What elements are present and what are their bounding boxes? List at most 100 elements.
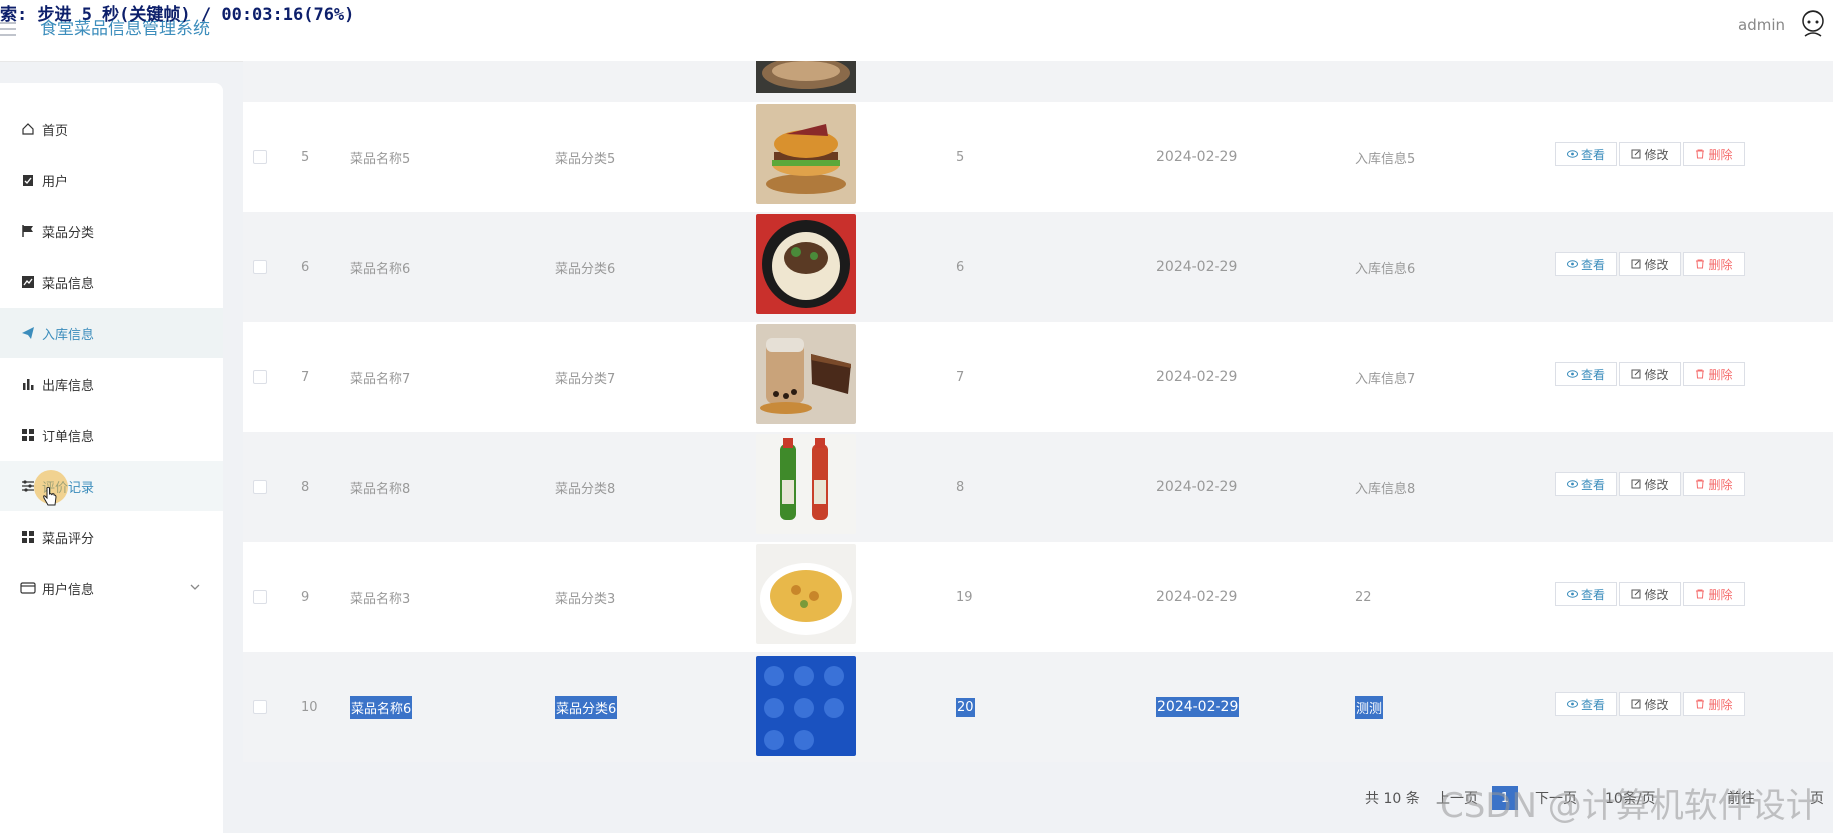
stock-date: 2024-02-29 — [1156, 259, 1238, 275]
view-button[interactable]: 查看 — [1555, 252, 1617, 276]
row-checkbox[interactable] — [253, 700, 267, 714]
edit-button[interactable]: 修改 — [1619, 692, 1681, 716]
view-button-label: 查看 — [1580, 697, 1605, 712]
id-card-icon — [20, 580, 36, 596]
paper-plane-icon — [20, 325, 36, 341]
edit-icon — [1631, 699, 1641, 709]
edit-button-label: 修改 — [1644, 147, 1669, 162]
eye-icon — [1566, 260, 1578, 268]
flag-icon — [20, 223, 36, 239]
sidebar-item-dish-category[interactable]: 菜品分类 — [0, 206, 223, 256]
sidebar-item-stock-out[interactable]: 出库信息 — [0, 359, 223, 409]
table-row[interactable]: 5 菜品名称5 菜品分类5 5 2024-02-29 入库信息5 查看 修改 删… — [243, 102, 1833, 212]
dish-name: 菜品名称5 — [350, 151, 411, 167]
dish-category: 菜品分类3 — [555, 591, 616, 607]
row-checkbox[interactable] — [253, 150, 267, 164]
stock-date: 2024-02-29 — [1156, 479, 1238, 495]
pagination-total: 共 10 条 — [1365, 791, 1420, 807]
csdn-watermark: CSDN @计算机软件设计 — [1440, 786, 1820, 826]
trash-icon — [1696, 149, 1705, 159]
trash-icon — [1696, 589, 1705, 599]
delete-button[interactable]: 删除 — [1683, 142, 1745, 166]
sidebar-item-dish-info[interactable]: 菜品信息 — [0, 257, 223, 307]
dish-category: 菜品分类6 — [555, 261, 616, 277]
eye-icon — [1566, 150, 1578, 158]
sidebar-item-stock-in[interactable]: 入库信息 — [0, 308, 223, 358]
sidebar-item-users[interactable]: 用户 — [0, 155, 223, 205]
sidebar-item-user-info[interactable]: 用户信息 — [0, 563, 223, 613]
table-row[interactable]: 7 菜品名称7 菜品分类7 7 2024-02-29 入库信息7 查看 修改 删… — [243, 322, 1833, 432]
view-button[interactable]: 查看 — [1555, 582, 1617, 606]
edit-button[interactable]: 修改 — [1619, 362, 1681, 386]
delete-button[interactable]: 删除 — [1683, 362, 1745, 386]
view-button-label: 查看 — [1580, 587, 1605, 602]
sidebar-item-label: 订单信息 — [42, 429, 95, 445]
table-row[interactable]: 6 菜品名称6 菜品分类6 6 2024-02-29 入库信息6 查看 修改 删… — [243, 212, 1833, 322]
view-button[interactable]: 查看 — [1555, 692, 1617, 716]
avatar[interactable] — [1799, 6, 1827, 40]
sidebar-item-label: 菜品分类 — [42, 225, 95, 241]
edit-icon — [1631, 259, 1641, 269]
view-button[interactable]: 查看 — [1555, 142, 1617, 166]
sidebar-item-label: 出库信息 — [42, 378, 95, 394]
clipboard-check-icon — [20, 172, 36, 188]
stock-quantity: 7 — [956, 369, 965, 385]
stock-info: 入库信息7 — [1355, 371, 1416, 387]
stock-info: 入库信息6 — [1355, 261, 1416, 277]
edit-button[interactable]: 修改 — [1619, 582, 1681, 606]
row-index: 5 — [301, 149, 310, 165]
delete-button-label: 删除 — [1708, 477, 1733, 492]
row-index: 9 — [301, 589, 310, 605]
delete-button[interactable]: 删除 — [1683, 472, 1745, 496]
row-checkbox[interactable] — [253, 370, 267, 384]
avatar-icon — [1802, 10, 1824, 37]
sidebar-item-orders[interactable]: 订单信息 — [0, 410, 223, 460]
dish-thumbnail — [756, 61, 856, 93]
sidebar-item-label: 用户 — [42, 174, 69, 190]
view-button[interactable]: 查看 — [1555, 472, 1617, 496]
edit-button-label: 修改 — [1644, 477, 1669, 492]
stock-quantity: 5 — [956, 149, 965, 165]
stock-info: 测测 — [1355, 695, 1384, 719]
eye-icon — [1566, 590, 1578, 598]
chevron-down-icon[interactable] — [189, 581, 201, 597]
eye-icon — [1566, 480, 1578, 488]
view-button-label: 查看 — [1580, 147, 1605, 162]
sidebar-item-home[interactable]: 首页 — [0, 104, 223, 154]
sidebar-item-dish-rating[interactable]: 菜品评分 — [0, 512, 223, 562]
view-button[interactable]: 查看 — [1555, 362, 1617, 386]
edit-icon — [1631, 369, 1641, 379]
table-row[interactable]: 9 菜品名称3 菜品分类3 19 2024-02-29 22 查看 修改 删除 — [243, 542, 1833, 652]
table-row[interactable]: 8 菜品名称8 菜品分类8 8 2024-02-29 入库信息8 查看 修改 删… — [243, 432, 1833, 542]
delete-button[interactable]: 删除 — [1683, 692, 1745, 716]
delete-button-label: 删除 — [1708, 367, 1733, 382]
delete-button-label: 删除 — [1708, 587, 1733, 602]
dish-category: 菜品分类8 — [555, 481, 616, 497]
edit-icon — [1631, 479, 1641, 489]
view-button-label: 查看 — [1580, 367, 1605, 382]
delete-button[interactable]: 删除 — [1683, 582, 1745, 606]
row-checkbox[interactable] — [253, 590, 267, 604]
stock-date: 2024-02-29 — [1156, 589, 1238, 605]
hand-cursor-icon — [42, 486, 58, 511]
table-row[interactable]: 10 菜品名称6 菜品分类6 20 2024-02-29 测测 查看 修改 删除 — [243, 652, 1833, 762]
row-checkbox[interactable] — [253, 260, 267, 274]
sidebar: 首页 用户 菜品分类 菜品信息 入库信息 出库信息 订单信息 评价记录 菜品评分… — [0, 83, 223, 833]
stock-quantity: 8 — [956, 479, 965, 495]
stock-date: 2024-02-29 — [1156, 697, 1240, 717]
edit-button[interactable]: 修改 — [1619, 142, 1681, 166]
dish-thumbnail — [756, 656, 856, 756]
delete-button-label: 删除 — [1708, 257, 1733, 272]
stock-quantity: 20 — [956, 697, 975, 717]
row-checkbox[interactable] — [253, 480, 267, 494]
line-chart-icon — [20, 274, 36, 290]
edit-button[interactable]: 修改 — [1619, 472, 1681, 496]
row-index: 6 — [301, 259, 310, 275]
row-index: 7 — [301, 369, 310, 385]
dish-name: 菜品名称6 — [350, 695, 413, 719]
delete-button[interactable]: 删除 — [1683, 252, 1745, 276]
stock-date: 2024-02-29 — [1156, 369, 1238, 385]
username[interactable]: admin — [1738, 16, 1785, 34]
stock-info: 22 — [1355, 589, 1372, 605]
edit-button[interactable]: 修改 — [1619, 252, 1681, 276]
